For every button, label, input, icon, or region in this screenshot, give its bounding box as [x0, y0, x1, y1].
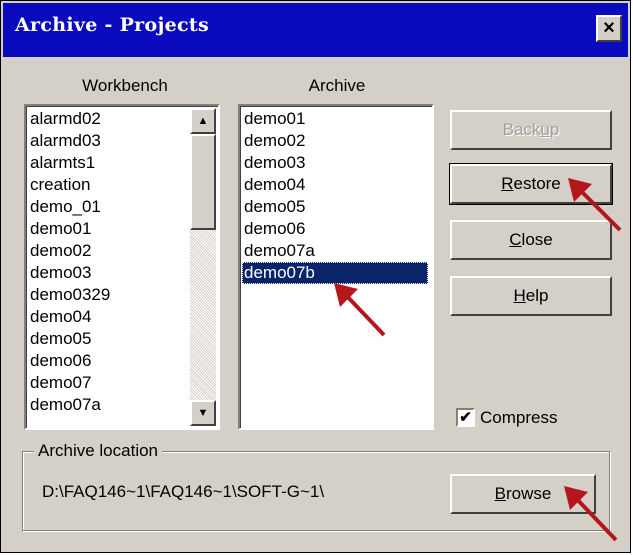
archive-label: Archive [308, 76, 366, 95]
workbench-list-item[interactable]: demo0329 [30, 284, 110, 306]
scroll-up-button[interactable]: ▲ [190, 108, 216, 134]
workbench-list-item[interactable]: demo05 [30, 328, 91, 350]
checkmark-icon: ✔ [459, 409, 472, 426]
workbench-listbox[interactable]: ▲ ▼ alarmd02 alarmd03 alarmts1 creation demo… [24, 104, 220, 430]
archive-list-item[interactable]: demo04 [244, 174, 305, 196]
close-button-label: Close [509, 230, 553, 249]
help-button[interactable]: Help [450, 276, 612, 316]
archive-list-item[interactable]: demo02 [244, 130, 305, 152]
scroll-up-icon: ▲ [197, 115, 209, 127]
workbench-list-item[interactable]: demo_01 [30, 196, 101, 218]
workbench-list-item[interactable]: creation [30, 174, 90, 196]
browse-button-label: Browse [494, 484, 552, 503]
close-window-button[interactable]: × [596, 15, 622, 42]
archive-location-title: Archive location [34, 440, 163, 462]
workbench-list-item[interactable]: demo01 [30, 218, 91, 240]
workbench-list-item[interactable]: demo03 [30, 262, 91, 284]
archive-list-item[interactable]: demo07a [244, 240, 315, 262]
archive-list-item[interactable]: demo05 [244, 196, 305, 218]
help-button-label: Help [513, 286, 549, 305]
workbench-list-item[interactable]: alarmts1 [30, 152, 95, 174]
restore-button-label: Restore [501, 174, 561, 193]
workbench-list-item[interactable]: demo07a [30, 394, 101, 416]
workbench-scrollbar[interactable]: ▲ ▼ [190, 108, 216, 426]
compress-checkbox[interactable]: ✔ [456, 408, 475, 427]
backup-button[interactable]: Backup [450, 110, 612, 150]
scroll-thumb[interactable] [190, 134, 216, 230]
scroll-down-button[interactable]: ▼ [190, 400, 216, 426]
title-bar[interactable]: Archive - Projects × [3, 3, 628, 57]
archive-list-item[interactable]: demo06 [244, 218, 305, 240]
workbench-list-item[interactable]: demo04 [30, 306, 91, 328]
compress-label: Compress [480, 408, 558, 427]
scroll-down-icon: ▼ [197, 407, 209, 419]
workbench-list-item[interactable]: demo02 [30, 240, 91, 262]
annotation-arrow-browse [564, 486, 618, 542]
workbench-list-item[interactable]: alarmd03 [30, 130, 101, 152]
archive-list-item[interactable]: demo01 [244, 108, 305, 130]
archive-location-path: D:\FAQ146~1\FAQ146~1\SOFT-G~1\ [42, 482, 325, 501]
annotation-arrow-demo07b [334, 283, 386, 337]
workbench-list-item[interactable]: alarmd02 [30, 108, 101, 130]
close-icon: × [603, 17, 615, 39]
workbench-list-item[interactable]: demo06 [30, 350, 91, 372]
annotation-arrow-restore [568, 178, 622, 232]
archive-listbox[interactable]: demo01 demo02 demo03 demo04 demo05 demo06 demo… [238, 104, 434, 430]
window-title: Archive - Projects [15, 14, 209, 36]
backup-button-label: Backup [502, 120, 560, 139]
workbench-list-item[interactable]: demo07 [30, 372, 91, 394]
workbench-label: Workbench [82, 76, 168, 95]
archive-list-item[interactable]: demo03 [244, 152, 305, 174]
